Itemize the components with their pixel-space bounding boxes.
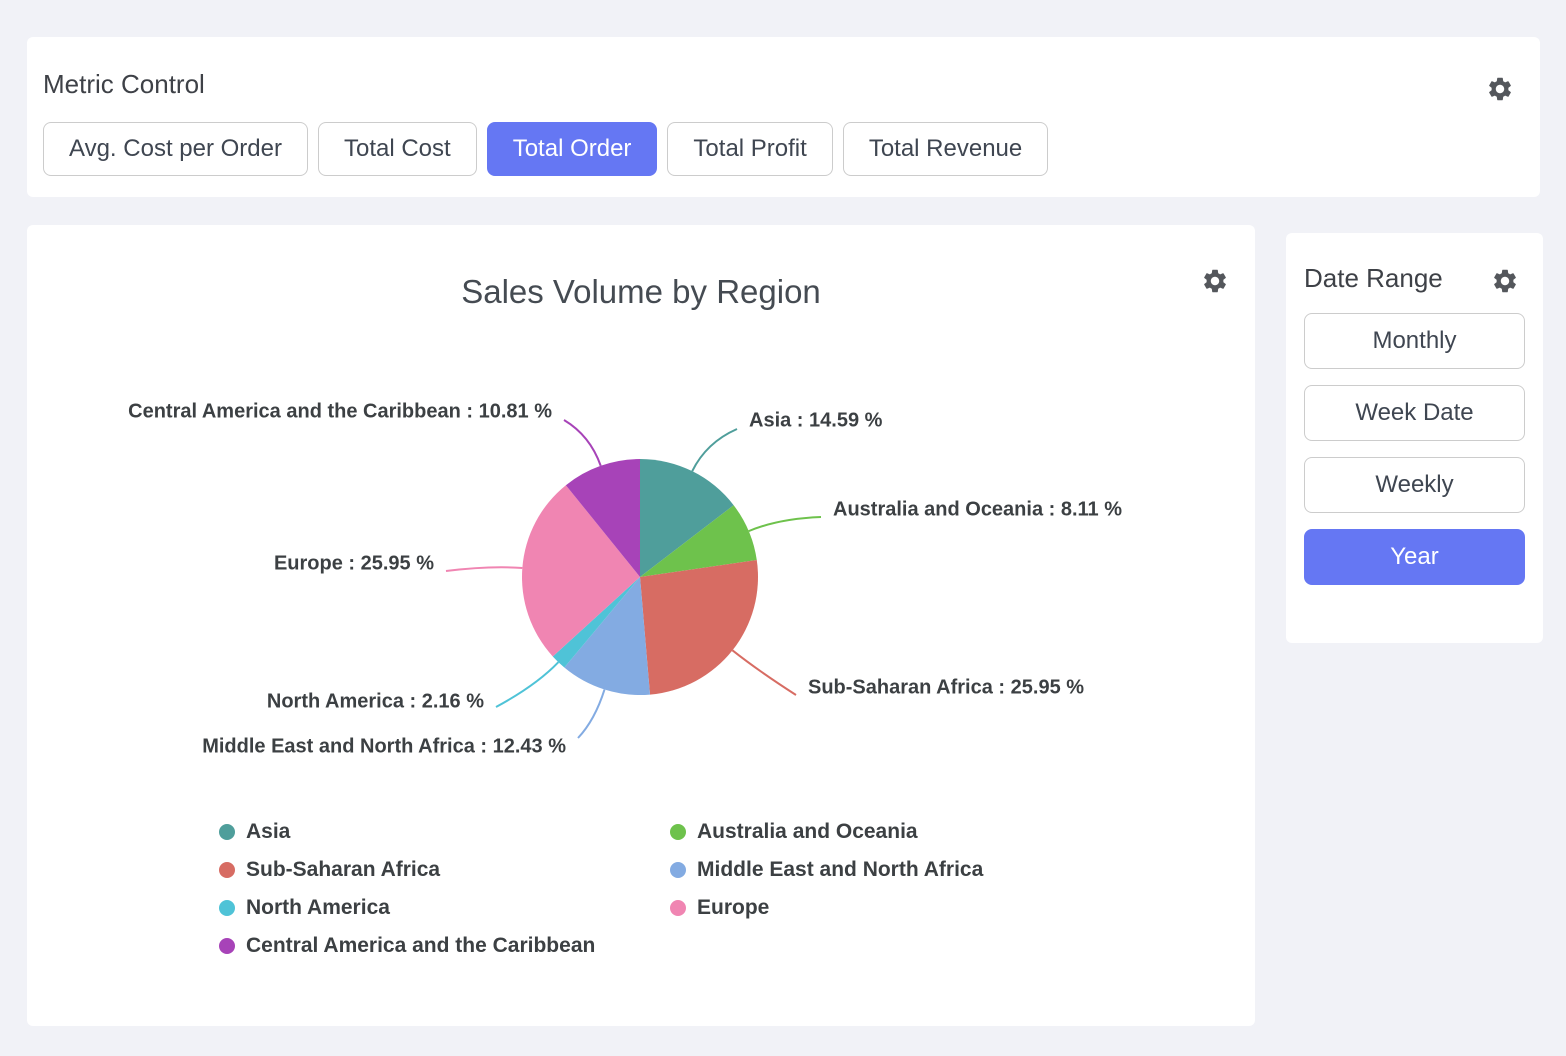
- pie-chart: Asia : 14.59 % Australia and Oceania : 8.…: [27, 330, 1255, 785]
- metric-button-total-revenue[interactable]: Total Revenue: [843, 122, 1048, 176]
- sales-volume-chart-panel: Sales Volume by Region Asia : 14.59 % Aus…: [27, 225, 1255, 1026]
- legend-dot: [219, 862, 235, 878]
- legend-item-north-america[interactable]: North America: [219, 896, 670, 920]
- metric-control-title: Metric Control: [43, 69, 205, 100]
- chart-legend: Asia Australia and Oceania Sub-Saharan Afr…: [219, 820, 983, 958]
- legend-dot: [219, 938, 235, 954]
- pie-leader-australia-and-oceania: [749, 517, 821, 531]
- legend-dot: [670, 862, 686, 878]
- date-button-week-date[interactable]: Week Date: [1304, 385, 1525, 441]
- legend-dot: [670, 824, 686, 840]
- pie-label-asia: Asia : 14.59 %: [749, 409, 883, 431]
- legend-item-middle-east-and-north-africa[interactable]: Middle East and North Africa: [670, 858, 983, 882]
- date-range-title: Date Range: [1304, 263, 1443, 294]
- pie-label-middle-east-and-north-africa: Middle East and North Africa : 12.43 %: [202, 735, 566, 757]
- date-range-panel: Date Range Monthly Week Date Weekly Year: [1286, 233, 1543, 643]
- metric-button-total-cost[interactable]: Total Cost: [318, 122, 477, 176]
- legend-item-asia[interactable]: Asia: [219, 820, 670, 844]
- gear-icon[interactable]: [1201, 267, 1229, 295]
- pie-leader-asia: [692, 429, 737, 471]
- metric-buttons-row: Avg. Cost per Order Total Cost Total Ord…: [43, 122, 1048, 176]
- pie-leader-europe: [446, 567, 522, 571]
- metric-button-total-order[interactable]: Total Order: [487, 122, 658, 176]
- pie-slice-sub-saharan-africa[interactable]: [640, 560, 758, 695]
- date-button-monthly[interactable]: Monthly: [1304, 313, 1525, 369]
- legend-label: Europe: [697, 896, 769, 920]
- metric-button-total-profit[interactable]: Total Profit: [667, 122, 832, 176]
- legend-item-sub-saharan-africa[interactable]: Sub-Saharan Africa: [219, 858, 670, 882]
- legend-dot: [219, 824, 235, 840]
- pie-label-australia-and-oceania: Australia and Oceania : 8.11 %: [833, 498, 1122, 520]
- legend-label: Middle East and North Africa: [697, 858, 983, 882]
- pie-label-central-america-and-the-caribbean: Central America and the Caribbean : 10.8…: [128, 400, 552, 422]
- gear-icon[interactable]: [1491, 267, 1519, 295]
- chart-title: Sales Volume by Region: [27, 225, 1255, 311]
- legend-item-australia-and-oceania[interactable]: Australia and Oceania: [670, 820, 983, 844]
- pie-leader-north-america: [496, 662, 558, 707]
- date-button-weekly[interactable]: Weekly: [1304, 457, 1525, 513]
- pie-leader-sub-saharan-africa: [732, 650, 796, 695]
- legend-item-europe[interactable]: Europe: [670, 896, 983, 920]
- date-button-year[interactable]: Year: [1304, 529, 1525, 585]
- date-range-buttons: Monthly Week Date Weekly Year: [1304, 313, 1525, 585]
- legend-item-central-america-and-the-caribbean[interactable]: Central America and the Caribbean: [219, 934, 670, 958]
- pie-label-sub-saharan-africa: Sub-Saharan Africa : 25.95 %: [808, 676, 1084, 698]
- pie-label-europe: Europe : 25.95 %: [274, 552, 434, 574]
- legend-label: Australia and Oceania: [697, 820, 918, 844]
- legend-dot: [219, 900, 235, 916]
- legend-label: Sub-Saharan Africa: [246, 858, 440, 882]
- legend-label: Central America and the Caribbean: [246, 934, 595, 958]
- legend-dot: [670, 900, 686, 916]
- pie-leader-middle-east-and-north-africa: [578, 690, 604, 738]
- pie-leader-central-america-and-the-caribbean: [564, 420, 601, 466]
- legend-label: North America: [246, 896, 390, 920]
- gear-icon[interactable]: [1486, 75, 1514, 103]
- pie-label-north-america: North America : 2.16 %: [267, 690, 484, 712]
- legend-label: Asia: [246, 820, 290, 844]
- metric-control-panel: Metric Control Avg. Cost per Order Total…: [27, 37, 1540, 197]
- metric-button-avg-cost-per-order[interactable]: Avg. Cost per Order: [43, 122, 308, 176]
